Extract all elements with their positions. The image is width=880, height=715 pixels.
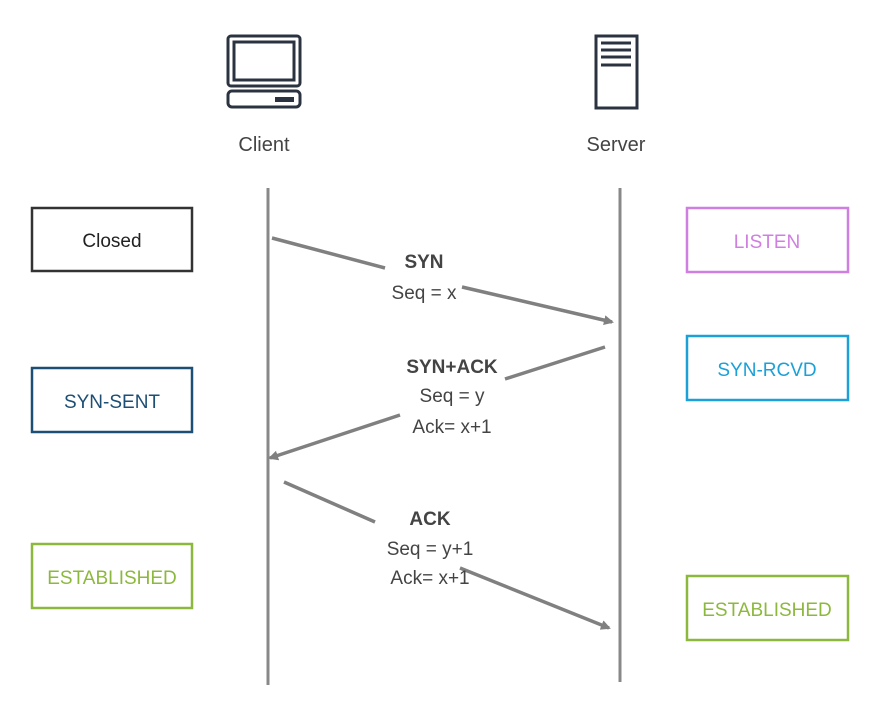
syn-ack-title: SYN+ACK — [406, 357, 498, 378]
syn-arrow — [271, 236, 614, 326]
tcp-handshake-diagram: Client Server Closed SYN-SENT ESTABLISHE… — [30, 34, 850, 685]
svg-text:ESTABLISHED: ESTABLISHED — [47, 568, 177, 589]
state-box-listen: LISTEN — [685, 206, 850, 274]
server-label: Server — [587, 134, 646, 156]
syn-ack-ack: Ack= x+1 — [412, 417, 491, 438]
state-box-syn-sent: SYN-SENT — [30, 366, 194, 434]
svg-text:Closed: Closed — [82, 231, 141, 252]
ack-title: ACK — [409, 509, 450, 530]
state-box-client-established: ESTABLISHED — [30, 542, 194, 610]
syn-seq: Seq = x — [392, 283, 457, 304]
computer-icon — [226, 34, 302, 109]
svg-text:LISTEN: LISTEN — [734, 232, 801, 253]
svg-text:SYN-SENT: SYN-SENT — [64, 392, 160, 413]
state-box-syn-rcvd: SYN-RCVD — [685, 334, 850, 402]
syn-title: SYN — [404, 252, 443, 273]
svg-text:ESTABLISHED: ESTABLISHED — [702, 600, 832, 621]
svg-text:SYN-RCVD: SYN-RCVD — [717, 360, 816, 381]
ack-seq: Seq = y+1 — [387, 539, 474, 560]
ack-ack: Ack= x+1 — [390, 568, 469, 589]
state-box-closed: Closed — [30, 206, 194, 273]
syn-ack-seq: Seq = y — [420, 386, 485, 407]
state-box-server-established: ESTABLISHED — [685, 574, 850, 642]
server-icon — [594, 34, 639, 110]
client-label: Client — [238, 134, 290, 156]
